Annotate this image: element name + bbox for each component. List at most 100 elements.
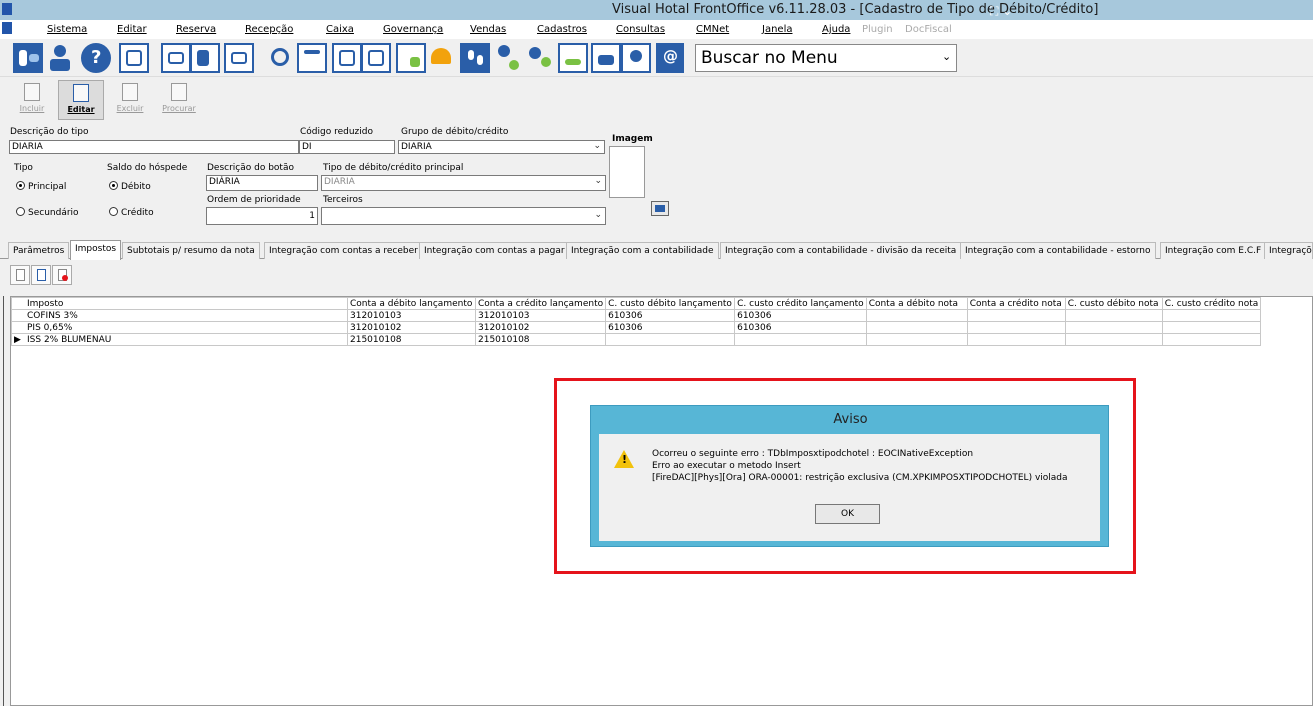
menu-editar[interactable]: Editar bbox=[117, 24, 147, 35]
tab-parametros[interactable]: Parâmetros bbox=[8, 242, 70, 259]
column-header[interactable]: Conta a débito nota bbox=[865, 297, 968, 310]
edit-list-icon[interactable] bbox=[190, 43, 220, 73]
delete-row-icon[interactable] bbox=[52, 265, 72, 285]
group-icon[interactable] bbox=[526, 43, 556, 73]
column-header[interactable]: C. custo débito nota bbox=[1064, 297, 1163, 310]
menu-ajuda[interactable]: Ajuda bbox=[822, 24, 850, 35]
tab-contas-pagar[interactable]: Integração com contas a pagar bbox=[419, 242, 570, 259]
column-header[interactable]: Conta a crédito lançamento bbox=[474, 297, 607, 310]
descricao-tipo-input[interactable]: DIARIA bbox=[9, 140, 299, 154]
edit-row-icon[interactable] bbox=[31, 265, 51, 285]
ordem-input[interactable]: 1 bbox=[206, 207, 318, 225]
grupo-select[interactable]: DIARIA ⌄ bbox=[398, 140, 605, 154]
tab-integracao-more[interactable]: Integraçõ bbox=[1264, 242, 1313, 259]
help-icon[interactable]: ? bbox=[81, 43, 111, 73]
network-icon[interactable] bbox=[119, 43, 149, 73]
table-cell[interactable] bbox=[605, 333, 736, 346]
terceiros-select[interactable]: ⌄ bbox=[321, 207, 606, 225]
menu-cmnet[interactable]: CMNet bbox=[696, 24, 729, 35]
table-row[interactable]: ▶ ISS 2% BLUMENAU 215010108 215010108 bbox=[11, 333, 1262, 346]
codigo-reduzido-input[interactable]: DI bbox=[299, 140, 395, 154]
exit-icon[interactable] bbox=[13, 43, 43, 73]
table-cell[interactable]: 610306 bbox=[605, 309, 736, 322]
tab-contabilidade-estorno[interactable]: Integração com a contabilidade - estorno bbox=[960, 242, 1156, 259]
table-cell[interactable]: 215010108 bbox=[474, 333, 607, 346]
room-grid-icon[interactable] bbox=[332, 43, 362, 73]
table-cell[interactable]: 312010102 bbox=[347, 321, 476, 334]
calendar-icon[interactable] bbox=[297, 43, 327, 73]
table-cell[interactable]: 610306 bbox=[734, 321, 867, 334]
menu-governanca[interactable]: Governança bbox=[383, 24, 443, 35]
table-cell[interactable] bbox=[1161, 321, 1262, 334]
menu-janela[interactable]: Janela bbox=[762, 24, 792, 35]
mdi-app-icon[interactable] bbox=[2, 22, 12, 34]
procurar-button[interactable]: Procurar bbox=[156, 80, 202, 120]
table-cell[interactable]: 215010108 bbox=[347, 333, 476, 346]
menu-recepcao[interactable]: Recepção bbox=[245, 24, 293, 35]
add-guest-icon[interactable] bbox=[493, 43, 523, 73]
tab-contabilidade[interactable]: Integração com a contabilidade bbox=[566, 242, 719, 259]
tipo-principal-select[interactable]: DIARIA ⌄ bbox=[321, 175, 606, 191]
excluir-button[interactable]: Excluir bbox=[107, 80, 153, 120]
tipo-secundario-radio[interactable]: Secundário bbox=[16, 207, 79, 218]
tab-ecf[interactable]: Integração com E.C.F bbox=[1160, 242, 1267, 259]
table-cell[interactable] bbox=[966, 321, 1066, 334]
table-cell[interactable] bbox=[966, 309, 1066, 322]
table-cell[interactable] bbox=[1064, 321, 1163, 334]
search-icon[interactable] bbox=[266, 43, 296, 73]
menu-vendas[interactable]: Vendas bbox=[470, 24, 506, 35]
incluir-button[interactable]: Incluir bbox=[9, 80, 55, 120]
checklist-icon[interactable] bbox=[396, 43, 426, 73]
cashier-icon[interactable] bbox=[591, 43, 621, 73]
table-cell[interactable] bbox=[865, 333, 968, 346]
column-header[interactable]: C. custo crédito nota bbox=[1161, 297, 1262, 310]
menu-consultas[interactable]: Consultas bbox=[616, 24, 665, 35]
tab-contabilidade-divisao[interactable]: Integração com a contabilidade - divisão… bbox=[720, 242, 962, 259]
menu-caixa[interactable]: Caixa bbox=[326, 24, 354, 35]
table-cell[interactable]: 312010103 bbox=[474, 309, 607, 322]
column-header[interactable]: Imposto bbox=[11, 297, 348, 310]
table-cell[interactable] bbox=[1064, 309, 1163, 322]
table-cell[interactable] bbox=[1064, 333, 1163, 346]
bell-icon[interactable] bbox=[427, 43, 457, 73]
table-cell[interactable]: PIS 0,65% bbox=[11, 321, 348, 334]
tipo-principal-radio[interactable]: Principal bbox=[16, 181, 66, 192]
saldo-debito-radio[interactable]: Débito bbox=[109, 181, 151, 192]
table-cell[interactable]: 610306 bbox=[734, 309, 867, 322]
footprints-icon[interactable] bbox=[460, 43, 490, 73]
column-header[interactable]: C. custo crédito lançamento bbox=[734, 297, 867, 310]
ok-button[interactable]: OK bbox=[815, 504, 880, 524]
menu-cadastros[interactable]: Cadastros bbox=[537, 24, 587, 35]
menu-sistema[interactable]: Sistema bbox=[47, 24, 87, 35]
menu-reserva[interactable]: Reserva bbox=[176, 24, 216, 35]
table-cell[interactable]: 312010102 bbox=[474, 321, 607, 334]
users-icon[interactable] bbox=[47, 43, 77, 73]
send-mail-icon[interactable] bbox=[224, 43, 254, 73]
table-cell[interactable]: 610306 bbox=[605, 321, 736, 334]
menu-search-select[interactable]: Buscar no Menu ⌄ bbox=[695, 44, 957, 72]
saldo-credito-radio[interactable]: Crédito bbox=[109, 207, 154, 218]
room-map-icon[interactable] bbox=[361, 43, 391, 73]
table-cell[interactable] bbox=[865, 321, 968, 334]
table-cell[interactable] bbox=[734, 333, 867, 346]
load-image-button[interactable] bbox=[651, 201, 669, 216]
table-cell[interactable] bbox=[1161, 309, 1262, 322]
table-cell[interactable]: 312010103 bbox=[347, 309, 476, 322]
table-row[interactable]: PIS 0,65% 312010102 312010102 610306 610… bbox=[11, 321, 1262, 334]
column-header[interactable]: Conta a crédito nota bbox=[966, 297, 1066, 310]
at-icon[interactable]: @ bbox=[656, 43, 684, 73]
add-row-icon[interactable] bbox=[10, 265, 30, 285]
table-row[interactable]: COFINS 3% 312010103 312010103 610306 610… bbox=[11, 309, 1262, 322]
spreadsheet-icon[interactable] bbox=[558, 43, 588, 73]
table-cell[interactable]: COFINS 3% bbox=[11, 309, 348, 322]
mail-icon[interactable] bbox=[161, 43, 191, 73]
descricao-botao-input[interactable]: DIÁRIA bbox=[206, 175, 318, 191]
column-header[interactable]: Conta a débito lançamento bbox=[347, 297, 476, 310]
table-cell[interactable] bbox=[966, 333, 1066, 346]
column-header[interactable]: C. custo débito lançamento bbox=[605, 297, 736, 310]
staff-icon[interactable] bbox=[621, 43, 651, 73]
tab-impostos[interactable]: Impostos bbox=[70, 240, 122, 260]
tab-contas-receber[interactable]: Integração com contas a receber bbox=[264, 242, 423, 259]
table-cell[interactable] bbox=[865, 309, 968, 322]
editar-button[interactable]: Editar bbox=[58, 80, 104, 120]
